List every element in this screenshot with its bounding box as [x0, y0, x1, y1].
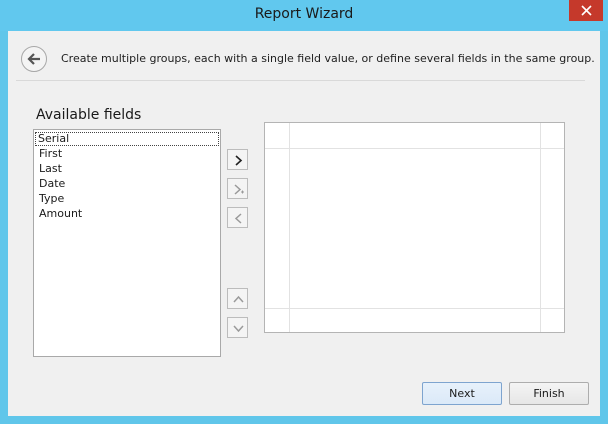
page-description: Create multiple groups, each with a sing…: [61, 52, 595, 65]
field-item-first[interactable]: First: [37, 147, 64, 161]
window-title: Report Wizard: [254, 6, 354, 22]
group-guide-line: [289, 123, 290, 332]
report-wizard-window: Report Wizard Create multiple groups, ea…: [0, 0, 608, 424]
available-fields-list[interactable]: Serial First Last Date Type Amount: [33, 129, 221, 357]
remove-field-button[interactable]: [227, 207, 248, 228]
add-field-button[interactable]: [227, 149, 248, 170]
group-guide-line: [265, 308, 564, 309]
title-bar[interactable]: Report Wizard: [0, 0, 608, 31]
field-item-type[interactable]: Type: [37, 192, 66, 206]
groups-panel[interactable]: [264, 122, 565, 333]
move-up-button[interactable]: [227, 288, 248, 309]
finish-button[interactable]: Finish: [509, 382, 589, 405]
group-guide-line: [540, 123, 541, 332]
move-down-button[interactable]: [227, 317, 248, 338]
wizard-content: Create multiple groups, each with a sing…: [8, 31, 600, 416]
next-button[interactable]: Next: [422, 382, 502, 405]
field-item-last[interactable]: Last: [37, 162, 64, 176]
available-fields-label: Available fields: [36, 107, 142, 123]
field-item-serial[interactable]: Serial: [35, 132, 219, 146]
close-button[interactable]: [569, 0, 603, 21]
group-guide-line: [265, 148, 564, 149]
back-button[interactable]: [21, 46, 47, 72]
header-divider: [16, 80, 585, 81]
add-to-group-button[interactable]: [227, 178, 248, 199]
field-item-amount[interactable]: Amount: [37, 207, 84, 221]
close-icon: [580, 4, 592, 20]
field-item-date[interactable]: Date: [37, 177, 67, 191]
